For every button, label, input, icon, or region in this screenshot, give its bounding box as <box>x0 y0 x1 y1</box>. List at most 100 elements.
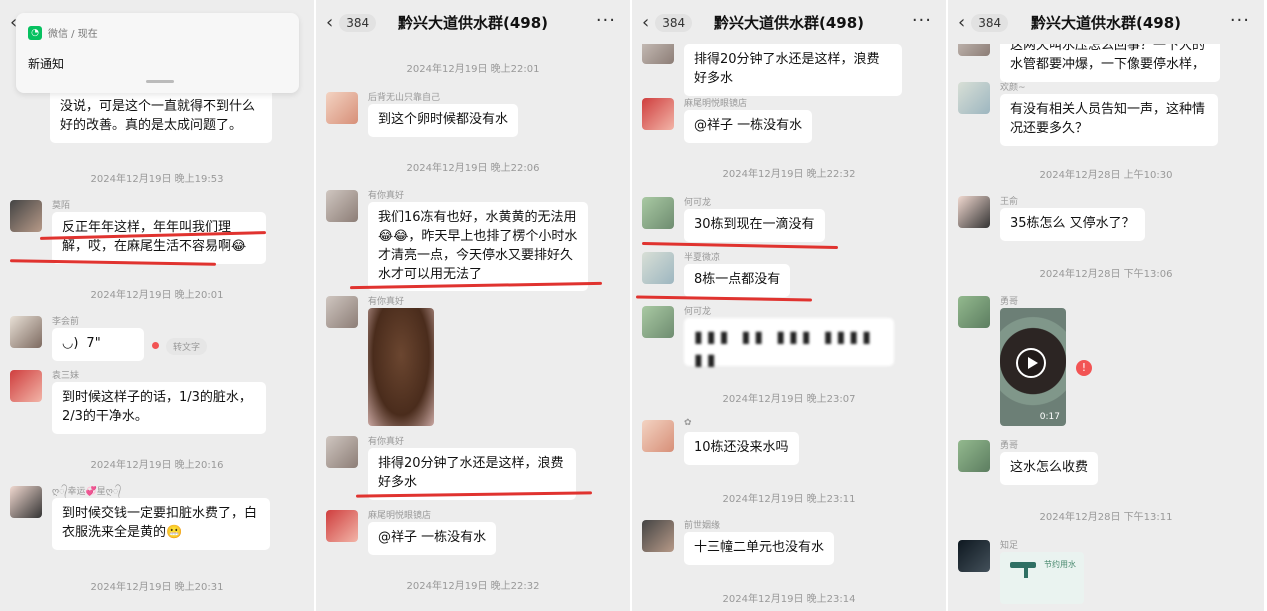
timestamp: 2024年12月19日 晚上23:11 <box>722 494 856 505</box>
avatar[interactable] <box>10 486 42 518</box>
convert-text-button[interactable]: 转文字 <box>166 338 208 355</box>
timestamp: 2024年12月19日 晚上22:32 <box>722 169 856 180</box>
sender-name: 麻尾明悦眼镜店 <box>684 99 748 109</box>
sender-name: 有你真好 <box>368 191 405 201</box>
timestamp: 2024年12月19日 晚上22:06 <box>406 163 540 174</box>
chat-panel-3: ‹ 384 黔兴大道供水群(498) ··· 排得20分钟了水还是这样，浪费好多水… <box>632 0 948 611</box>
sender-name: 有你真好 <box>368 437 405 447</box>
notification-text: 新通知 <box>28 57 65 71</box>
avatar[interactable] <box>642 306 674 338</box>
message-bubble[interactable]: 我们16冻有也好，水黄黄的无法用😂😂，昨天早上也排了楞个小时水才清亮一点，今天停… <box>368 202 588 292</box>
avatar[interactable] <box>10 370 42 402</box>
avatar[interactable] <box>958 296 990 328</box>
sender-name: 麻尾明悦眼镜店 <box>368 511 432 521</box>
sender-name: 知足 <box>1000 541 1019 551</box>
sender-name: 李会前 <box>52 317 80 327</box>
chat-panel-4: ‹ 384 黔兴大道供水群(498) ··· 这两天叫水压怎么回事？一下大的水管都… <box>948 0 1264 611</box>
chevron-left-icon: ‹ <box>326 12 334 33</box>
image-caption: 节约用水 <box>1044 560 1076 569</box>
message-bubble[interactable]: 到这个卵时候都没有水 <box>368 104 519 137</box>
unread-badge: 384 <box>655 13 693 32</box>
avatar[interactable] <box>326 510 358 542</box>
message-bubble[interactable]: ▮▮▮ ▮▮ ▮▮▮ ▮▮▮▮ ▮▮ <box>684 318 894 369</box>
timestamp: 2024年12月19日 晚上20:31 <box>90 582 224 593</box>
sender-name: 王俞 <box>1000 197 1019 207</box>
avatar[interactable] <box>642 197 674 229</box>
avatar[interactable] <box>958 82 990 114</box>
message-bubble[interactable]: 十三幢二单元也没有水 <box>684 532 835 565</box>
screenshot-collage: ‹ ◔微信 / 现在 新通知 点，那我们想到大家都不容易，也没说，可是这个一直就… <box>0 0 1267 611</box>
unread-badge: 384 <box>339 13 377 32</box>
play-icon[interactable] <box>1016 348 1046 378</box>
timestamp: 2024年12月19日 晚上19:53 <box>90 174 224 185</box>
message-bubble[interactable]: 有没有相关人员告知一声，这种情况还要多久？ <box>1000 94 1218 146</box>
back-button[interactable]: ‹ 384 <box>958 12 1009 33</box>
timestamp: 2024年12月28日 上午10:30 <box>1039 170 1173 181</box>
faucet-spout <box>1024 568 1028 578</box>
message-bubble[interactable]: 排得20分钟了水还是这样，浪费好多水 <box>684 44 902 96</box>
page-title: 黔兴大道供水群(498) <box>397 13 549 32</box>
sender-name: 前世姻缘 <box>684 521 721 531</box>
avatar[interactable] <box>958 540 990 572</box>
error-icon[interactable]: ! <box>1076 360 1092 376</box>
sender-name: 何可龙 <box>684 307 712 317</box>
unread-dot <box>152 342 159 349</box>
voice-message[interactable]: ◡) 7" <box>52 328 144 361</box>
avatar[interactable] <box>326 92 358 124</box>
chat-panel-2: ‹ 384 黔兴大道供水群(498) ··· 2024年12月19日 晚上22:0… <box>316 0 632 611</box>
timestamp: 2024年12月19日 晚上20:01 <box>90 290 224 301</box>
wechat-icon: ◔ <box>28 25 42 40</box>
message-bubble[interactable]: 到时候这样子的话，1/3的脏水，2/3的干净水。 <box>52 382 266 434</box>
timestamp: 2024年12月28日 下午13:11 <box>1039 512 1173 523</box>
timestamp: 2024年12月19日 晚上20:16 <box>90 460 224 471</box>
sender-name: 欢颜~ <box>1000 83 1026 93</box>
more-dots-icon[interactable]: ··· <box>912 10 932 31</box>
back-button[interactable]: ‹ 384 <box>326 12 377 33</box>
chat-header: ‹ 384 黔兴大道供水群(498) ··· <box>948 0 1264 44</box>
sender-name: 有你真好 <box>368 297 405 307</box>
chat-header: ‹ 384 黔兴大道供水群(498) ··· <box>632 0 946 44</box>
message-bubble[interactable]: 到时候交钱一定要扣脏水费了，白衣服洗来全是黄的😬 <box>52 498 270 550</box>
message-bubble[interactable]: 10栋还没来水吗 <box>684 432 799 465</box>
page-title: 黔兴大道供水群(498) <box>713 13 865 32</box>
faucet-icon <box>1010 562 1036 568</box>
sender-name: 后背无山只靠自己 <box>368 93 441 103</box>
annotation-underline <box>641 241 839 250</box>
avatar[interactable] <box>642 520 674 552</box>
avatar[interactable] <box>958 196 990 228</box>
message-bubble[interactable]: 35栋怎么 又停水了？ <box>1000 208 1145 241</box>
message-bubble[interactable]: @祥子 一栋没有水 <box>368 522 497 555</box>
avatar[interactable] <box>10 200 42 232</box>
avatar[interactable] <box>326 436 358 468</box>
image-message[interactable] <box>368 308 434 426</box>
message-bubble[interactable]: 30栋到现在一滴没有 <box>684 209 825 242</box>
avatar[interactable] <box>642 252 674 284</box>
avatar[interactable] <box>10 316 42 348</box>
avatar[interactable] <box>326 296 358 328</box>
notification-banner[interactable]: ◔ 微信 / 现在 新通知 <box>16 13 299 93</box>
voice-wave-icon: ◡) <box>62 336 79 351</box>
chevron-left-icon: ‹ <box>958 12 966 33</box>
chat-panel-1: ‹ ◔微信 / 现在 新通知 点，那我们想到大家都不容易，也没说，可是这个一直就… <box>0 0 316 611</box>
sender-name: 勇哥 <box>1000 297 1019 307</box>
back-button[interactable]: ‹ 384 <box>642 12 693 33</box>
video-message[interactable]: 0:17 <box>1000 308 1066 426</box>
message-bubble[interactable]: 8栋一点都没有 <box>684 264 791 297</box>
message-bubble[interactable]: @祥子 一栋没有水 <box>684 110 813 143</box>
message-bubble[interactable]: 这水怎么收费 <box>1000 452 1099 485</box>
timestamp: 2024年12月19日 晚上22:32 <box>406 581 540 592</box>
more-dots-icon[interactable]: ··· <box>1230 10 1250 31</box>
page-title: 黔兴大道供水群(498) <box>1030 13 1182 32</box>
avatar[interactable] <box>642 98 674 130</box>
chevron-left-icon: ‹ <box>642 12 650 33</box>
avatar[interactable] <box>958 440 990 472</box>
timestamp: 2024年12月19日 晚上23:07 <box>722 394 856 405</box>
chat-header: ‹ 384 黔兴大道供水群(498) ··· <box>316 0 630 44</box>
avatar[interactable] <box>642 420 674 452</box>
sender-name: 莫陌 <box>52 201 71 211</box>
more-dots-icon[interactable]: ··· <box>596 10 616 31</box>
timestamp: 2024年12月19日 晚上22:01 <box>406 64 540 75</box>
notification-handle[interactable] <box>146 80 174 83</box>
avatar[interactable] <box>326 190 358 222</box>
sender-name: 勇哥 <box>1000 441 1019 451</box>
